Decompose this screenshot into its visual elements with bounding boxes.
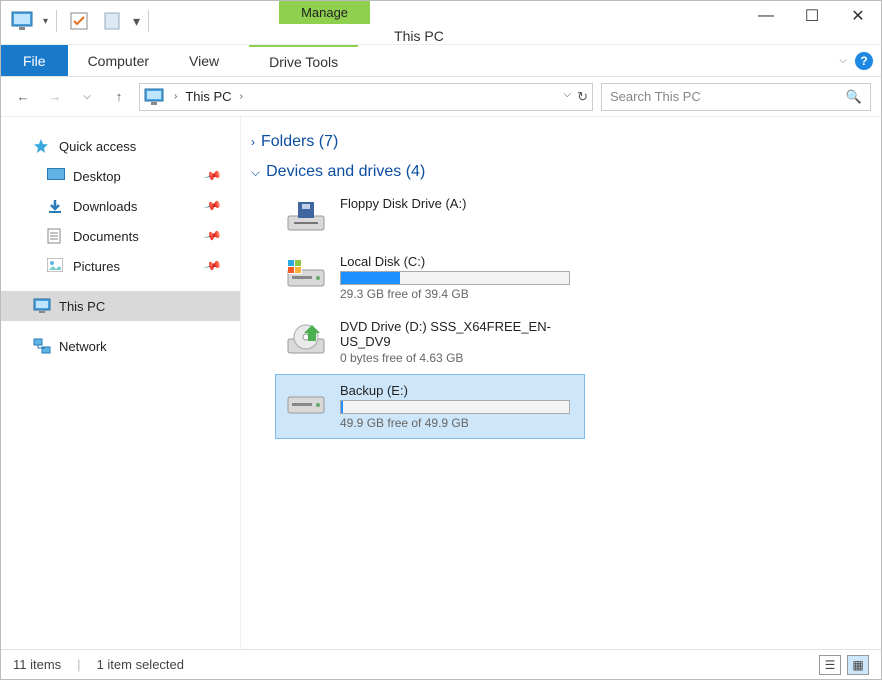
section-title: Devices and drives (4) xyxy=(266,163,425,181)
title-bar: ▾ ▾ Manage This PC ― ☐ ✕ xyxy=(1,1,881,45)
pin-icon: 📌 xyxy=(203,196,223,216)
contextual-tab: Manage xyxy=(279,1,370,44)
refresh-icon[interactable]: ↻ xyxy=(577,89,588,105)
folders-group-header[interactable]: › Folders (7) xyxy=(251,127,871,157)
sidebar-item-downloads[interactable]: Downloads 📌 xyxy=(1,191,240,221)
floppy-drive-icon xyxy=(284,196,328,236)
monitor-icon[interactable] xyxy=(9,7,37,35)
star-icon xyxy=(33,138,51,154)
local-disk-icon xyxy=(284,254,328,294)
sidebar-item-label: This PC xyxy=(59,299,105,314)
downloads-icon xyxy=(47,198,65,214)
new-item-icon[interactable] xyxy=(99,7,127,35)
history-dropdown-icon[interactable]: ⌵ xyxy=(564,89,572,105)
status-item-count: 11 items xyxy=(13,657,61,672)
sidebar-item-quick-access[interactable]: Quick access xyxy=(1,131,240,161)
drive-free-space: 0 bytes free of 4.63 GB xyxy=(340,351,576,365)
quick-access-toolbar: ▾ ▾ xyxy=(1,1,159,35)
sidebar-item-label: Pictures xyxy=(73,259,120,274)
file-tab[interactable]: File xyxy=(1,45,68,76)
ribbon-tab-computer[interactable]: Computer xyxy=(68,45,169,76)
search-placeholder: Search This PC xyxy=(610,89,701,104)
sidebar-item-label: Desktop xyxy=(73,169,121,184)
drive-label: Backup (E:) xyxy=(340,383,576,398)
chevron-right-icon[interactable]: › xyxy=(240,91,243,102)
network-icon xyxy=(33,338,51,354)
ribbon-tab-view[interactable]: View xyxy=(169,45,239,76)
maximize-button[interactable]: ☐ xyxy=(789,1,835,31)
search-input[interactable]: Search This PC 🔍 xyxy=(601,83,871,111)
chevron-down-icon[interactable]: ▾ xyxy=(43,16,48,27)
status-selection-count: 1 item selected xyxy=(97,657,184,672)
drive-free-space: 29.3 GB free of 39.4 GB xyxy=(340,287,576,301)
documents-icon xyxy=(47,228,65,244)
drive-label: Local Disk (C:) xyxy=(340,254,576,269)
details-view-button[interactable]: ☰ xyxy=(819,655,841,675)
qat-overflow-icon[interactable]: ▾ xyxy=(133,13,140,30)
pin-icon: 📌 xyxy=(203,256,223,276)
recent-locations-button[interactable]: ⌵ xyxy=(75,85,99,109)
monitor-icon xyxy=(33,298,51,314)
chevron-right-icon[interactable]: › xyxy=(174,91,177,102)
forward-button[interactable]: → xyxy=(43,85,67,109)
status-bar: 11 items | 1 item selected ☰ ▦ xyxy=(1,649,881,679)
section-title: Folders (7) xyxy=(261,133,338,151)
drive-item-dvd-d[interactable]: DVD Drive (D:) SSS_X64FREE_EN-US_DV9 0 b… xyxy=(275,310,585,374)
contextual-tab-label: Manage xyxy=(279,1,370,24)
drive-item-local-c[interactable]: Local Disk (C:) 29.3 GB free of 39.4 GB xyxy=(275,245,585,310)
dvd-drive-icon xyxy=(284,319,328,359)
close-button[interactable]: ✕ xyxy=(835,1,881,31)
drive-label: Floppy Disk Drive (A:) xyxy=(340,196,576,211)
local-disk-icon xyxy=(284,383,328,423)
sidebar-item-label: Documents xyxy=(73,229,139,244)
back-button[interactable]: ← xyxy=(11,85,35,109)
breadcrumb-item[interactable]: This PC xyxy=(185,89,231,104)
sidebar-item-desktop[interactable]: Desktop 📌 xyxy=(1,161,240,191)
window-title: This PC xyxy=(370,16,460,44)
ribbon-collapse-icon[interactable]: ⌵ xyxy=(839,55,847,66)
sidebar-item-this-pc[interactable]: This PC xyxy=(1,291,240,321)
monitor-icon xyxy=(144,88,166,106)
ribbon-tab-drive-tools[interactable]: Drive Tools xyxy=(249,45,358,76)
sidebar-item-label: Network xyxy=(59,339,107,354)
content-pane: › Folders (7) ⌵ Devices and drives (4) F… xyxy=(241,117,881,649)
drive-free-space: 49.9 GB free of 49.9 GB xyxy=(340,416,576,430)
chevron-right-icon: › xyxy=(251,135,255,149)
navigation-pane: Quick access Desktop 📌 Downloads 📌 Docum… xyxy=(1,117,241,649)
sidebar-item-label: Downloads xyxy=(73,199,137,214)
ribbon-tabs: File Computer View Drive Tools ⌵ ? xyxy=(1,45,881,77)
help-icon[interactable]: ? xyxy=(855,52,873,70)
storage-bar xyxy=(340,400,570,414)
address-bar[interactable]: › This PC › ⌵ ↻ xyxy=(139,83,593,111)
sidebar-item-network[interactable]: Network xyxy=(1,331,240,361)
search-icon[interactable]: 🔍 xyxy=(846,89,862,105)
pin-icon: 📌 xyxy=(203,166,223,186)
sidebar-item-documents[interactable]: Documents 📌 xyxy=(1,221,240,251)
up-button[interactable]: ↑ xyxy=(107,85,131,109)
pin-icon: 📌 xyxy=(203,226,223,246)
chevron-down-icon: ⌵ xyxy=(251,165,260,180)
drive-label: DVD Drive (D:) SSS_X64FREE_EN-US_DV9 xyxy=(340,319,576,349)
drives-group-header[interactable]: ⌵ Devices and drives (4) xyxy=(251,157,871,187)
drive-item-floppy[interactable]: Floppy Disk Drive (A:) xyxy=(275,187,585,245)
storage-bar xyxy=(340,271,570,285)
tiles-view-button[interactable]: ▦ xyxy=(847,655,869,675)
navigation-bar: ← → ⌵ ↑ › This PC › ⌵ ↻ Search This PC 🔍 xyxy=(1,77,881,117)
minimize-button[interactable]: ― xyxy=(743,1,789,31)
desktop-icon xyxy=(47,168,65,184)
sidebar-item-pictures[interactable]: Pictures 📌 xyxy=(1,251,240,281)
drive-item-backup-e[interactable]: Backup (E:) 49.9 GB free of 49.9 GB xyxy=(275,374,585,439)
pictures-icon xyxy=(47,258,65,274)
sidebar-item-label: Quick access xyxy=(59,139,136,154)
properties-icon[interactable] xyxy=(65,7,93,35)
